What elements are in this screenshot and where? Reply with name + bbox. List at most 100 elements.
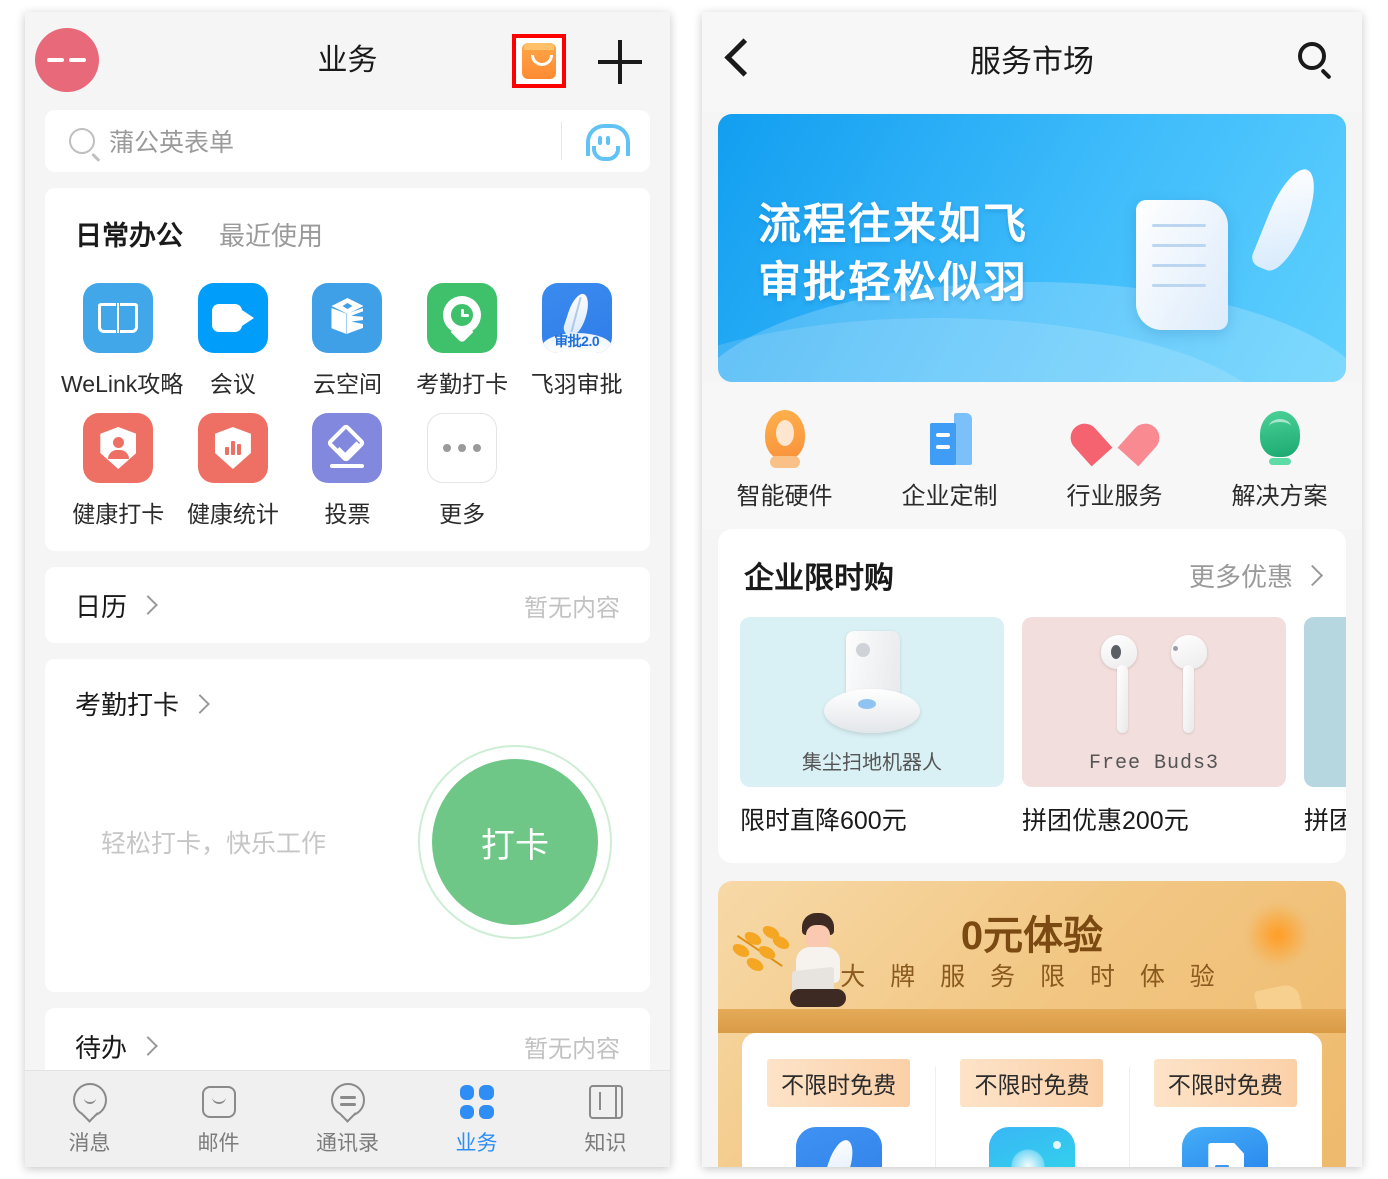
category-label: 智能硬件 [736,483,833,510]
app-label: 会议 [209,371,256,397]
scroll-paper-illustration [1136,200,1228,330]
chevron-right-icon [138,595,158,615]
tab-business[interactable]: 业务 [412,1081,541,1157]
chevron-right-icon [190,693,210,714]
free-badge: 不限时免费 [960,1059,1104,1107]
free-trial-item[interactable]: 不限时免费 [1128,1059,1322,1167]
search-icon[interactable] [1298,42,1332,80]
attendance-title: 考勤打卡 [75,690,180,720]
punch-ring: 打卡 [418,745,612,939]
apps-grid: WeLink攻略 会议 云空间 考勤打卡 审批2.0 飞羽审批 健康打卡 健康统… [45,253,650,551]
app-meeting[interactable]: 会议 [176,283,291,399]
flash-sale-header: 企业限时购 更多优惠 [718,553,1346,617]
feather-approval-icon: 审批2.0 [795,1127,882,1167]
dandelion-icon [988,1127,1075,1167]
attendance-slogan: 轻松打卡，快乐工作 [101,830,327,858]
product-name: 拼团省 [1304,807,1346,835]
app-vote[interactable]: 投票 [290,413,405,529]
app-welink-guide[interactable]: WeLink攻略 [61,283,183,399]
headset-eye-left [598,136,602,145]
product-card[interactable]: Free Buds3 拼团优惠200元 [1022,617,1286,837]
headset-icon[interactable] [580,124,630,161]
feather-approval-icon: 审批2.0 [541,283,612,353]
tab-knowledge[interactable]: 知识 [541,1081,670,1157]
category-smart-hardware[interactable]: 智能硬件 [702,408,867,511]
earbuds-illustration [1099,635,1209,755]
product-name: 限时直降600元 [740,807,907,835]
more-offers-link[interactable]: 更多优惠 [1188,557,1324,594]
building-icon [867,408,1032,470]
grid-apps-icon [412,1081,541,1123]
headset-mic [592,146,620,161]
free-trial-item[interactable]: 不限时免费 审批2.0 [742,1059,935,1167]
left-phone-screen: 业务 蒲公英表单 日常办公 最近使用 WeLink攻略 会议 云空间 考勤打卡 … [25,12,670,1167]
app-label: 投票 [324,501,371,527]
shelf-band [718,1009,1346,1033]
free-badge: 不限时免费 [1153,1059,1297,1107]
flash-sale-card: 企业限时购 更多优惠 集尘扫地机器人 限时直降600元 Free Buds3 拼… [718,529,1346,863]
free-trial-item[interactable]: 不限时免费 [935,1059,1128,1167]
product-list[interactable]: 集尘扫地机器人 限时直降600元 Free Buds3 拼团优惠200元 拼团 [718,617,1346,837]
tab-label: 消息 [68,1132,111,1155]
tab-recent-used[interactable]: 最近使用 [219,216,323,253]
search-box[interactable]: 蒲公英表单 [45,110,650,172]
plus-icon[interactable] [598,40,642,84]
app-feiyu-approval[interactable]: 审批2.0 飞羽审批 [519,283,634,399]
app-health-checkin[interactable]: 健康打卡 [61,413,176,529]
product-card[interactable]: 拼团省 [1304,617,1346,837]
app-label: 云空间 [312,371,382,397]
location-clock-icon [427,283,498,353]
app-label: 更多 [439,501,486,527]
tab-daily-office[interactable]: 日常办公 [75,214,183,253]
tab-label: 邮件 [197,1132,240,1155]
app-health-stats[interactable]: 健康统计 [176,413,291,529]
lightbulb-icon [1197,408,1362,470]
flash-sale-title: 企业限时购 [744,562,894,595]
shield-chart-icon [197,413,268,483]
search-input-placeholder[interactable]: 蒲公英表单 [109,123,234,159]
market-title: 服务市场 [970,44,1094,79]
more-offers-label: 更多优惠 [1188,561,1293,592]
shield-person-icon [83,413,154,483]
video-camera-icon [197,283,268,353]
cube-ne-icon [312,283,383,353]
product-image: Free Buds3 [1022,617,1286,787]
apps-tabs: 日常办公 最近使用 [45,188,650,253]
todo-title: 待办 [75,1032,128,1063]
app-cloud-space[interactable]: 云空间 [290,283,405,399]
search-circle [1298,42,1326,70]
attendance-body: 轻松打卡，快乐工作 打卡 [75,722,620,962]
app-label: 考勤打卡 [416,371,509,397]
category-label: 企业定制 [901,483,998,510]
tab-messages[interactable]: 消息 [25,1081,154,1157]
search-icon [69,128,95,154]
app-more[interactable]: 更多 [405,413,520,529]
more-dots-icon [427,413,498,483]
banner-line-1: 流程往来如飞 [758,201,1028,249]
product-card[interactable]: 集尘扫地机器人 限时直降600元 [740,617,1004,837]
tab-mail[interactable]: 邮件 [154,1081,283,1157]
app-label: 健康统计 [186,501,279,527]
vote-stamp-icon [312,413,383,483]
contacts-icon [283,1081,412,1123]
category-industry-service[interactable]: 行业服务 [1032,408,1197,511]
left-header: 业务 [25,12,670,110]
smart-hardware-icon [702,408,867,470]
app-attendance[interactable]: 考勤打卡 [405,283,520,399]
promo-banner[interactable]: 流程往来如飞 审批轻松似羽 [718,114,1346,382]
attendance-header[interactable]: 考勤打卡 [75,685,620,722]
punch-button[interactable]: 打卡 [432,759,598,925]
product-caption: Free Buds3 [1088,752,1220,775]
free-trial-panel: 不限时免费 审批2.0 不限时免费 不限时免费 [742,1033,1322,1167]
tab-contacts[interactable]: 通讯录 [283,1081,412,1157]
banner-text: 流程往来如飞 审批轻松似羽 [758,196,1028,312]
right-phone-screen: 服务市场 流程往来如飞 审批轻松似羽 智能硬件 企业定制 行业服务 解决方案 企… [702,12,1362,1167]
approval-badge: 审批2.0 [554,333,600,349]
free-trial-card[interactable]: 0元体验 大 牌 服 务 限 时 体 验 不限时免费 不限时免费 不限时免费 [718,881,1346,1167]
banner-line-2: 审批轻松似羽 [758,259,1028,308]
shop-bag-button[interactable] [512,34,566,88]
calendar-row[interactable]: 日历 暂无内容 [45,567,650,643]
category-enterprise-custom[interactable]: 企业定制 [867,408,1032,511]
heart-icon [1032,408,1197,470]
category-solutions[interactable]: 解决方案 [1197,408,1362,511]
